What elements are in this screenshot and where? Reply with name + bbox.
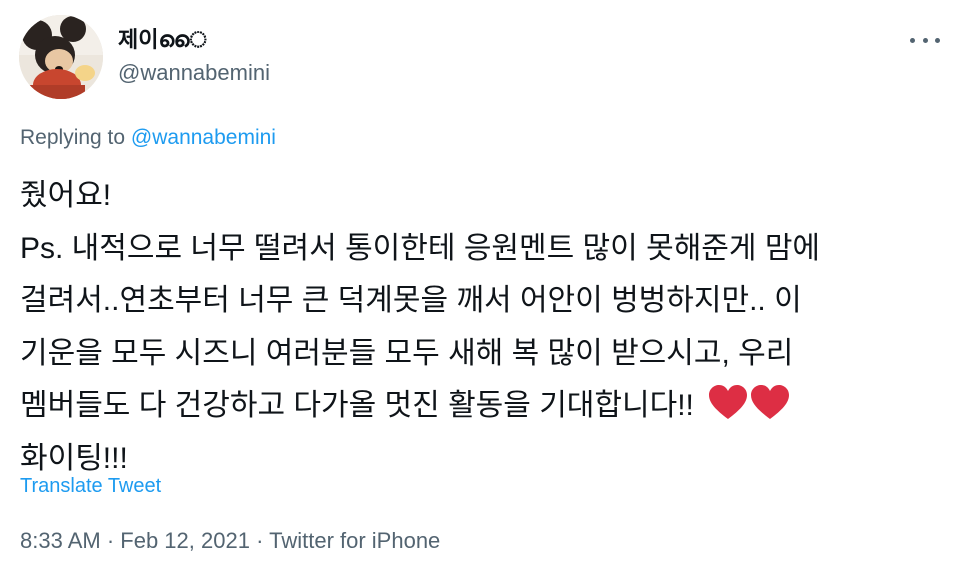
avatar[interactable]	[19, 15, 103, 99]
tweet-card: 제이ൈ @wannabemini Replying to @wannabemin…	[0, 0, 960, 577]
translate-tweet-link[interactable]: Translate Tweet	[20, 472, 161, 500]
tweet-text-line: 걸려서..연초부터 너무 큰 덕계못을 깨서 어안이 벙벙하지만.. 이	[20, 284, 802, 317]
tweet-time[interactable]: 8:33 AM	[20, 528, 101, 553]
red-heart-icon	[750, 385, 789, 419]
replying-prefix: Replying to	[20, 126, 131, 149]
author-handle[interactable]: @wannabemini	[118, 60, 270, 86]
more-options-button[interactable]	[910, 30, 940, 50]
tweet-text: 줬어요! Ps. 내적으로 너무 떨려서 통이한테 응원멘트 많이 못해준게 맘…	[20, 170, 940, 485]
meta-separator: ·	[249, 528, 270, 553]
tweet-source-link[interactable]: Twitter for iPhone	[269, 528, 440, 553]
more-horizontal-icon-dot	[922, 37, 928, 43]
tweet-text-line: Ps. 내적으로 너무 떨려서 통이한테 응원멘트 많이 못해준게 맘에	[20, 231, 821, 265]
author-display-name[interactable]: 제이ൈ	[118, 27, 207, 53]
tweet-date[interactable]: Feb 12, 2021	[120, 528, 250, 553]
tweet-text-line: 줬어요!	[20, 179, 112, 212]
more-horizontal-icon-dot	[910, 37, 915, 43]
replying-mention-link[interactable]: @wannabemini	[131, 126, 276, 149]
tweet-text-line: 기운을 모두 시즈니 여러분들 모두 새해 복 많이 받으시고, 우리	[20, 336, 794, 370]
tweet-metadata: 8:33 AM · Feb 12, 2021 · Twitter for iPh…	[20, 527, 440, 555]
replying-to: Replying to @wannabemini	[20, 124, 276, 152]
red-heart-icon	[708, 385, 747, 419]
meta-separator: ·	[100, 528, 121, 553]
tweet-text-line: 멤버들도 다 건강하고 다가올 멋진 활동을 기대합니다!!	[20, 389, 694, 422]
tweet-text-line-with-hearts: 멤버들도 다 건강하고 다가올 멋진 활동을 기대합니다!!	[20, 380, 940, 433]
more-horizontal-icon-dot	[935, 37, 940, 43]
mickey-plush-avatar-icon	[19, 15, 103, 99]
